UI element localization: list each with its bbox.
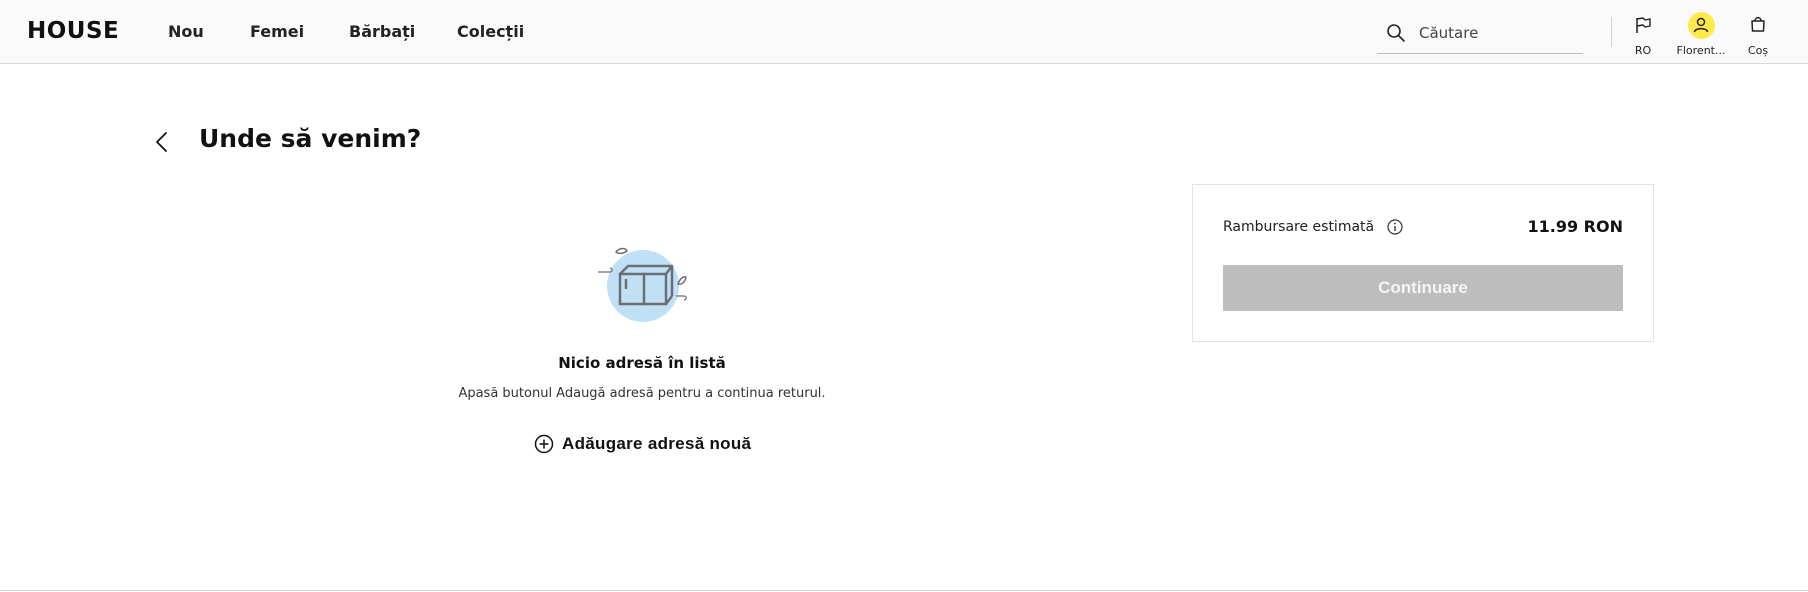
add-address-label: Adăugare adresă nouă — [562, 434, 752, 453]
nav-item-barbati[interactable]: Bărbați — [349, 22, 415, 41]
search-input[interactable] — [1417, 20, 1581, 46]
chevron-left-icon[interactable] — [151, 130, 175, 154]
site-header: HOUSE Nou Femei Bărbați Colecții RO Flor… — [0, 0, 1808, 64]
cart-label: Coș — [1747, 44, 1769, 57]
add-address-button[interactable]: Adăugare adresă nouă — [534, 432, 751, 456]
header-divider — [1611, 17, 1612, 47]
refund-label: Rambursare estimată — [1223, 219, 1375, 235]
info-icon[interactable] — [1387, 219, 1403, 239]
empty-state-description: Apasă butonul Adaugă adresă pentru a con… — [458, 386, 826, 401]
country-selector[interactable]: RO — [1613, 12, 1673, 58]
footer-divider — [0, 590, 1808, 591]
continue-button[interactable]: Continuare — [1223, 265, 1623, 311]
refund-value: 11.99 RON — [1527, 217, 1624, 236]
nav-item-femei[interactable]: Femei — [250, 22, 304, 41]
flag-icon — [1636, 17, 1651, 33]
cart-button[interactable]: Coș — [1728, 12, 1788, 58]
country-label: RO — [1634, 44, 1652, 57]
page-title: Unde să venim? — [199, 124, 422, 153]
nav-item-colectii[interactable]: Colecții — [457, 22, 524, 41]
refund-summary-card: Rambursare estimată 11.99 RON Continuare — [1192, 184, 1654, 342]
bag-icon — [1751, 16, 1765, 32]
box-icon — [598, 247, 687, 322]
account-label: Florent... — [1676, 44, 1726, 57]
user-icon — [1693, 17, 1709, 33]
plus-circle-icon — [534, 434, 554, 454]
empty-state-illustration — [596, 246, 688, 326]
back-button[interactable] — [151, 130, 175, 154]
empty-state-title: Nicio adresă în listă — [558, 354, 726, 372]
account-button[interactable]: Florent... — [1671, 12, 1731, 58]
logo[interactable]: HOUSE — [27, 18, 119, 44]
search-icon[interactable] — [1386, 23, 1406, 43]
nav-item-nou[interactable]: Nou — [168, 22, 204, 41]
search-bar[interactable] — [1377, 14, 1583, 54]
